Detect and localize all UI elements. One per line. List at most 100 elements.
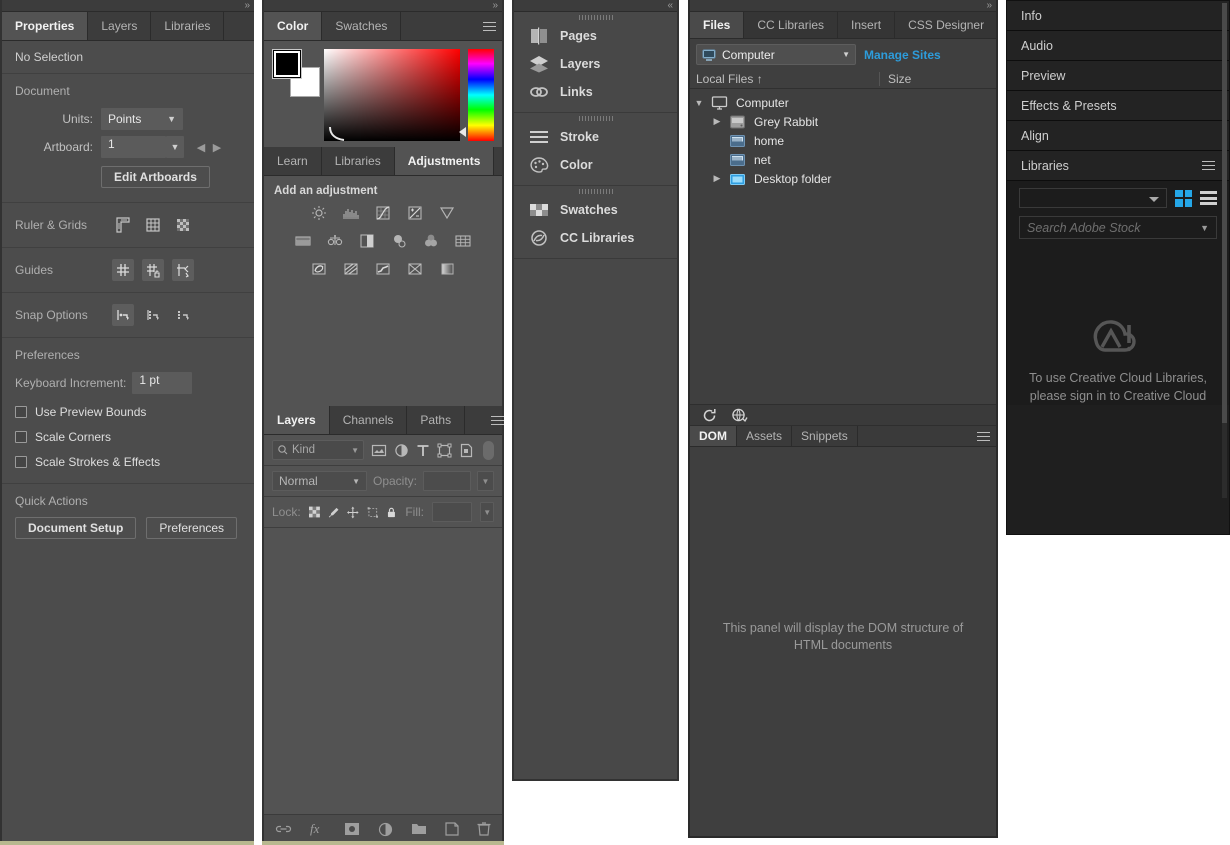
filter-type-icon[interactable]	[416, 443, 430, 458]
preview-in-browser-icon[interactable]	[731, 408, 748, 423]
gradient-map-icon[interactable]	[436, 259, 458, 279]
color-balance-icon[interactable]	[324, 231, 346, 251]
refresh-icon[interactable]	[702, 408, 717, 423]
new-group-icon[interactable]	[411, 822, 427, 836]
sidebar-item-swatches[interactable]: Swatches	[514, 196, 677, 224]
edit-artboards-button[interactable]: Edit Artboards	[101, 166, 210, 188]
smart-guides-icon[interactable]	[172, 304, 194, 326]
filter-kind-select[interactable]: Kind ▼	[272, 440, 364, 460]
previous-artboard-button[interactable]: ◀	[193, 139, 209, 155]
panel-drag-strip[interactable]: »	[2, 0, 254, 12]
filter-pixel-icon[interactable]	[371, 443, 387, 458]
layer-list[interactable]	[264, 528, 502, 803]
column-header-local-files[interactable]: Local Files ↑	[696, 72, 880, 86]
fill-stepper[interactable]: ▼	[480, 502, 494, 522]
table-row[interactable]: ▶ Grey Rabbit	[690, 112, 996, 131]
list-view-icon[interactable]	[1200, 191, 1217, 205]
blend-mode-select[interactable]: Normal ▼	[272, 471, 367, 491]
use-preview-bounds-checkbox[interactable]	[15, 406, 27, 418]
tab-channels[interactable]: Channels	[330, 406, 408, 434]
scale-strokes-effects-row[interactable]: Scale Strokes & Effects	[15, 455, 241, 469]
panel-header-preview[interactable]: Preview	[1007, 61, 1229, 91]
panel-header-effects-presets[interactable]: Effects & Presets	[1007, 91, 1229, 121]
scale-corners-row[interactable]: Scale Corners	[15, 430, 241, 444]
next-artboard-button[interactable]: ▶	[209, 139, 225, 155]
filter-shape-icon[interactable]	[437, 443, 452, 458]
sidebar-item-links[interactable]: Links	[514, 78, 677, 106]
release-guides-icon[interactable]	[172, 259, 194, 281]
grid-view-icon[interactable]	[1175, 190, 1192, 207]
collapse-to-icons-icon[interactable]: »	[986, 0, 991, 12]
scrollbar-thumb[interactable]	[1222, 3, 1227, 423]
scale-corners-checkbox[interactable]	[15, 431, 27, 443]
tab-assets[interactable]: Assets	[737, 426, 792, 446]
column-header-size[interactable]: Size	[880, 72, 990, 86]
tab-learn[interactable]: Learn	[264, 147, 322, 175]
adjustment-layer-icon[interactable]	[378, 822, 393, 837]
lock-artboard-nesting-icon[interactable]	[367, 505, 379, 520]
layer-style-fx-icon[interactable]: fx	[310, 821, 326, 837]
lock-all-icon[interactable]	[386, 505, 397, 520]
filter-adjustment-icon[interactable]	[394, 443, 409, 458]
selective-color-icon[interactable]	[404, 259, 426, 279]
sidebar-item-pages[interactable]: Pages	[514, 22, 677, 50]
saturation-value-field[interactable]	[324, 49, 460, 141]
snap-to-grid-icon[interactable]	[142, 304, 164, 326]
table-row[interactable]: ▶ Desktop folder	[690, 169, 996, 188]
filter-smartobject-icon[interactable]	[459, 443, 473, 458]
transparency-grid-icon[interactable]	[172, 214, 194, 236]
panel-header-align[interactable]: Align	[1007, 121, 1229, 151]
chevron-right-icon[interactable]: ▶	[708, 173, 726, 184]
opacity-stepper[interactable]: ▼	[477, 471, 494, 491]
fill-field[interactable]	[432, 502, 472, 522]
brightness-contrast-icon[interactable]	[308, 203, 330, 223]
hue-slider-marker[interactable]	[459, 127, 466, 137]
tab-css-designer[interactable]: CSS Designer	[895, 12, 998, 38]
sidebar-item-color[interactable]: Color	[514, 151, 677, 179]
tab-files[interactable]: Files	[690, 12, 744, 38]
link-layers-icon[interactable]	[275, 822, 292, 836]
color-lookup-icon[interactable]	[452, 231, 474, 251]
site-selector[interactable]: Computer ▼	[696, 44, 856, 65]
tab-properties[interactable]: Properties	[2, 12, 88, 40]
panel-header-info[interactable]: Info	[1007, 1, 1229, 31]
group-grip[interactable]	[514, 12, 677, 22]
tab-dom[interactable]: DOM	[690, 426, 737, 446]
delete-layer-icon[interactable]	[477, 821, 491, 837]
scale-strokes-effects-checkbox[interactable]	[15, 456, 27, 468]
panel4-drag-strip[interactable]: »	[690, 0, 996, 12]
tab-snippets[interactable]: Snippets	[792, 426, 858, 446]
hue-saturation-icon[interactable]	[292, 231, 314, 251]
channel-mixer-icon[interactable]	[420, 231, 442, 251]
ruler-icon[interactable]	[112, 214, 134, 236]
vibrance-icon[interactable]	[436, 203, 458, 223]
collapse-to-icons-icon[interactable]: »	[492, 0, 497, 12]
expand-panels-icon[interactable]: «	[667, 0, 672, 12]
foreground-color-chip[interactable]	[272, 49, 302, 79]
invert-icon[interactable]	[308, 259, 330, 279]
lock-guides-icon[interactable]	[142, 259, 164, 281]
panel-header-libraries[interactable]: Libraries	[1007, 151, 1229, 181]
color-panel-menu-icon[interactable]	[476, 12, 502, 40]
curves-icon[interactable]	[372, 203, 394, 223]
table-row[interactable]: net	[690, 150, 996, 169]
layers-panel-menu-icon[interactable]	[491, 406, 504, 434]
sidebar-item-stroke[interactable]: Stroke	[514, 123, 677, 151]
table-row[interactable]: home	[690, 131, 996, 150]
tab-color[interactable]: Color	[264, 12, 322, 40]
hue-strip[interactable]	[468, 49, 494, 141]
library-selector[interactable]	[1019, 188, 1167, 208]
levels-icon[interactable]	[340, 203, 362, 223]
black-white-icon[interactable]	[356, 231, 378, 251]
sidebar-item-cc-libraries[interactable]: CC Libraries	[514, 224, 677, 252]
opacity-field[interactable]	[423, 471, 471, 491]
keyboard-increment-field[interactable]: 1 pt	[132, 372, 192, 394]
photo-filter-icon[interactable]	[388, 231, 410, 251]
group-grip[interactable]	[514, 113, 677, 123]
layer-mask-icon[interactable]	[344, 822, 360, 836]
tab-swatches[interactable]: Swatches	[322, 12, 401, 40]
tab-paths[interactable]: Paths	[407, 406, 465, 434]
panel-header-audio[interactable]: Audio	[1007, 31, 1229, 61]
posterize-icon[interactable]	[340, 259, 362, 279]
lock-position-icon[interactable]	[347, 505, 359, 520]
